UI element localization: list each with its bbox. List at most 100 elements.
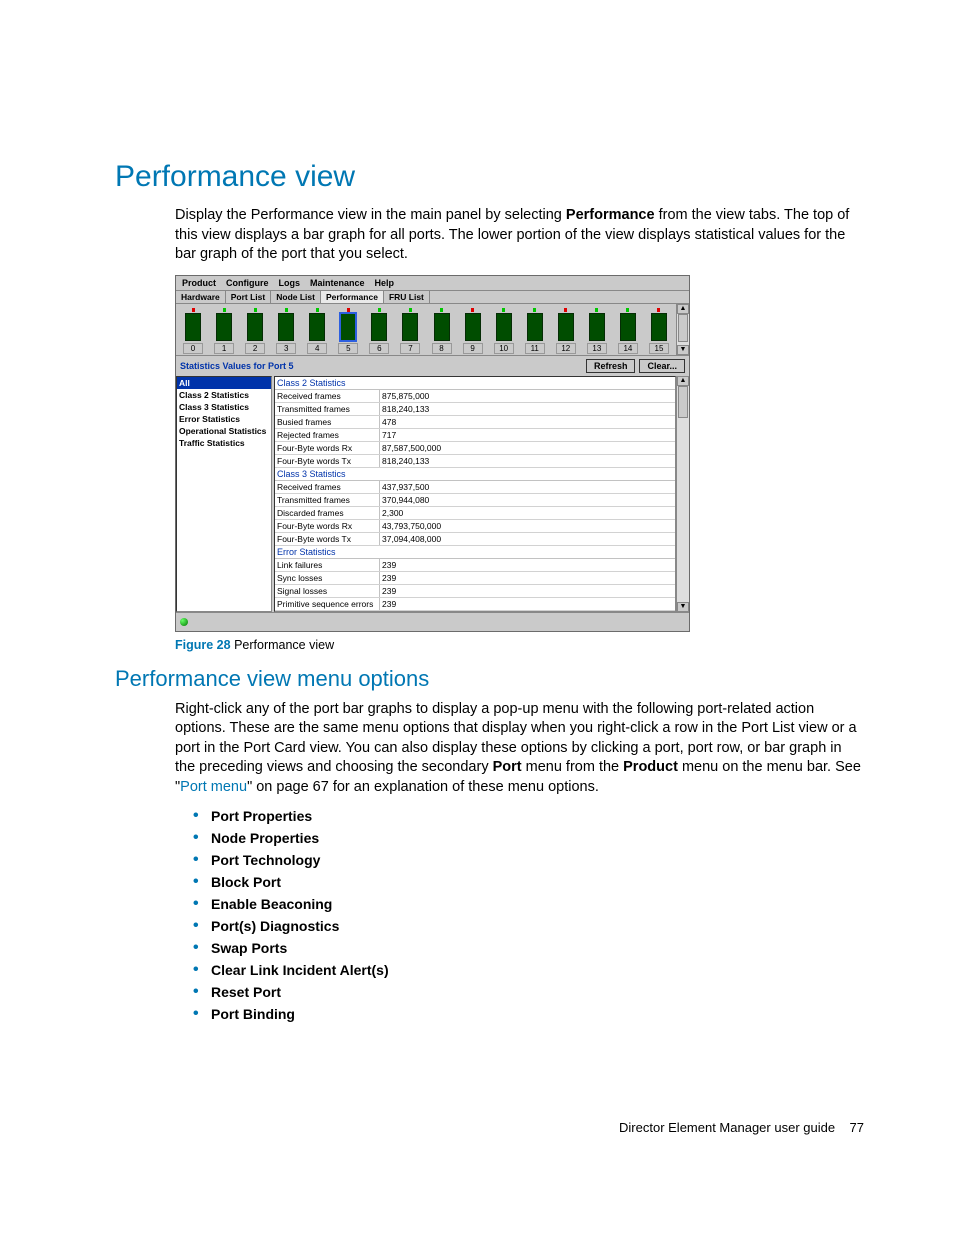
bar-graph[interactable] bbox=[465, 313, 481, 341]
text: " on page 67 for an explanation of these… bbox=[247, 779, 599, 795]
sidebar-item-all[interactable]: All bbox=[177, 377, 271, 389]
scroll-thumb[interactable] bbox=[678, 314, 688, 342]
bar-graph[interactable] bbox=[185, 313, 201, 341]
port-bar-6[interactable]: 6 bbox=[364, 308, 394, 354]
scroll-up-icon[interactable]: ▲ bbox=[677, 376, 689, 386]
bar-graph[interactable] bbox=[309, 313, 325, 341]
bar-graph[interactable] bbox=[340, 313, 356, 341]
port-bar-12[interactable]: 12 bbox=[551, 308, 581, 354]
menu-product[interactable]: Product bbox=[178, 276, 220, 290]
port-number: 10 bbox=[494, 343, 514, 354]
figure-caption: Figure 28 Performance view bbox=[175, 638, 864, 652]
scroll-up-icon[interactable]: ▲ bbox=[677, 304, 689, 314]
sidebar-item-class-3-statistics[interactable]: Class 3 Statistics bbox=[177, 401, 271, 413]
menu-options-list: Port PropertiesNode PropertiesPort Techn… bbox=[193, 808, 864, 1022]
port-bar-2[interactable]: 2 bbox=[240, 308, 270, 354]
footer-text: Director Element Manager user guide bbox=[619, 1120, 835, 1135]
stats-category-list: AllClass 2 StatisticsClass 3 StatisticsE… bbox=[176, 376, 272, 612]
tab-performance[interactable]: Performance bbox=[321, 291, 384, 303]
stat-value: 875,875,000 bbox=[380, 390, 675, 402]
tab-hardware[interactable]: Hardware bbox=[176, 291, 226, 303]
stat-value: 37,094,408,000 bbox=[380, 533, 675, 545]
tab-node-list[interactable]: Node List bbox=[271, 291, 321, 303]
page-title: Performance view bbox=[115, 160, 864, 194]
port-bar-3[interactable]: 3 bbox=[271, 308, 301, 354]
port-bar-11[interactable]: 11 bbox=[520, 308, 550, 354]
tab-port-list[interactable]: Port List bbox=[226, 291, 271, 303]
bar-graph[interactable] bbox=[558, 313, 574, 341]
text: Display the Performance view in the main… bbox=[175, 207, 566, 223]
scrollbar[interactable]: ▲ ▼ bbox=[676, 376, 689, 612]
bar-graph[interactable] bbox=[527, 313, 543, 341]
bar-graph[interactable] bbox=[651, 313, 667, 341]
bar-graph[interactable] bbox=[496, 313, 512, 341]
table-row: Four-Byte words Tx818,240,133 bbox=[275, 455, 675, 468]
green-led-icon bbox=[316, 308, 319, 312]
stat-name: Sync losses bbox=[275, 572, 380, 584]
stat-name: Link failures bbox=[275, 559, 380, 571]
text: menu from the bbox=[522, 759, 624, 775]
refresh-button[interactable]: Refresh bbox=[586, 359, 636, 373]
table-row: Signal losses239 bbox=[275, 585, 675, 598]
clear-button[interactable]: Clear... bbox=[639, 359, 685, 373]
bar-graph[interactable] bbox=[620, 313, 636, 341]
scroll-down-icon[interactable]: ▼ bbox=[677, 345, 689, 355]
figure-label: Figure 28 bbox=[175, 638, 231, 652]
stat-value: 239 bbox=[380, 559, 675, 571]
scrollbar[interactable]: ▲ ▼ bbox=[676, 304, 689, 355]
stat-value: 239 bbox=[380, 585, 675, 597]
bar-graph[interactable] bbox=[589, 313, 605, 341]
list-item: Reset Port bbox=[193, 984, 864, 1000]
green-led-icon bbox=[595, 308, 598, 312]
stat-value: 43,793,750,000 bbox=[380, 520, 675, 532]
port-bar-13[interactable]: 13 bbox=[582, 308, 612, 354]
menu-logs[interactable]: Logs bbox=[275, 276, 305, 290]
bar-graph[interactable] bbox=[216, 313, 232, 341]
bar-graph[interactable] bbox=[278, 313, 294, 341]
menu-help[interactable]: Help bbox=[371, 276, 399, 290]
port-number: 8 bbox=[432, 343, 452, 354]
menu-configure[interactable]: Configure bbox=[222, 276, 273, 290]
port-bar-5[interactable]: 5 bbox=[333, 308, 363, 354]
sidebar-item-error-statistics[interactable]: Error Statistics bbox=[177, 413, 271, 425]
stats-table: Class 2 StatisticsReceived frames875,875… bbox=[274, 376, 676, 612]
red-led-icon bbox=[657, 308, 660, 312]
bar-graph[interactable] bbox=[402, 313, 418, 341]
red-led-icon bbox=[564, 308, 567, 312]
sidebar-item-traffic-statistics[interactable]: Traffic Statistics bbox=[177, 437, 271, 449]
port-bar-14[interactable]: 14 bbox=[613, 308, 643, 354]
sidebar-item-operational-statistics[interactable]: Operational Statistics bbox=[177, 425, 271, 437]
stats-section-header: Class 3 Statistics bbox=[275, 468, 675, 481]
sidebar-item-class-2-statistics[interactable]: Class 2 Statistics bbox=[177, 389, 271, 401]
list-item: Port Properties bbox=[193, 808, 864, 824]
table-row: Busied frames478 bbox=[275, 416, 675, 429]
port-bar-8[interactable]: 8 bbox=[427, 308, 457, 354]
bar-graph[interactable] bbox=[434, 313, 450, 341]
table-row: Received frames875,875,000 bbox=[275, 390, 675, 403]
port-bar-10[interactable]: 10 bbox=[489, 308, 519, 354]
green-led-icon bbox=[285, 308, 288, 312]
port-bar-9[interactable]: 9 bbox=[458, 308, 488, 354]
bar-graph[interactable] bbox=[371, 313, 387, 341]
port-bar-1[interactable]: 1 bbox=[209, 308, 239, 354]
stat-name: Primitive sequence errors bbox=[275, 598, 380, 610]
table-row: Four-Byte words Rx43,793,750,000 bbox=[275, 520, 675, 533]
stat-name: Four-Byte words Tx bbox=[275, 455, 380, 467]
port-menu-link[interactable]: Port menu bbox=[180, 779, 247, 795]
scroll-down-icon[interactable]: ▼ bbox=[677, 602, 689, 612]
tab-fru-list[interactable]: FRU List bbox=[384, 291, 430, 303]
status-bar bbox=[176, 612, 689, 631]
menu-maintenance[interactable]: Maintenance bbox=[306, 276, 369, 290]
table-row: Sync losses239 bbox=[275, 572, 675, 585]
stats-header: Statistics Values for Port 5 Refresh Cle… bbox=[176, 355, 689, 376]
list-item: Block Port bbox=[193, 874, 864, 890]
port-bar-0[interactable]: 0 bbox=[178, 308, 208, 354]
port-bar-7[interactable]: 7 bbox=[395, 308, 425, 354]
port-bar-4[interactable]: 4 bbox=[302, 308, 332, 354]
list-item: Swap Ports bbox=[193, 940, 864, 956]
bar-graph[interactable] bbox=[247, 313, 263, 341]
green-led-icon bbox=[254, 308, 257, 312]
scroll-thumb[interactable] bbox=[678, 386, 688, 418]
port-bar-15[interactable]: 15 bbox=[644, 308, 674, 354]
stat-name: Busied frames bbox=[275, 416, 380, 428]
